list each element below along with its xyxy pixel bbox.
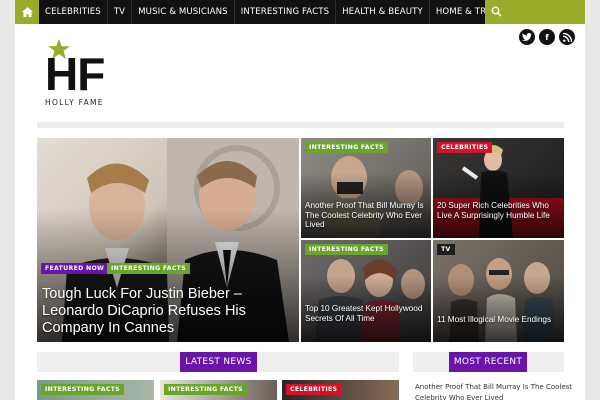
badge-category[interactable]: INTERESTING FACTS [305, 244, 388, 255]
header-divider [37, 122, 564, 128]
badge-category[interactable]: TV [437, 244, 455, 255]
badge-category[interactable]: INTERESTING FACTS [41, 384, 124, 395]
search-button[interactable] [485, 0, 585, 24]
nav-item-tv[interactable]: TV [108, 0, 131, 24]
article-tile[interactable]: CELEBRITIES 20 Super Rich Celebrities Wh… [433, 138, 564, 238]
most-recent-bar: MOST RECENT [413, 352, 564, 372]
nav-item-music[interactable]: MUSIC & MUSICIANS [132, 0, 234, 24]
article-title[interactable]: 11 Most Illogical Movie Endings [437, 315, 562, 325]
badge-category[interactable]: INTERESTING FACTS [305, 142, 388, 153]
latest-news-item[interactable]: CELEBRITIES [282, 380, 399, 400]
page-container: f HF HOLLY FAME FEATURED NOW INTERESTING… [15, 24, 585, 400]
badge-category[interactable]: INTERESTING FACTS [107, 263, 190, 274]
badge-category[interactable]: INTERESTING FACTS [164, 384, 247, 395]
article-title[interactable]: Another Proof That Bill Murray Is The Co… [305, 201, 429, 230]
logo-letters: HF [45, 48, 105, 100]
nav-item-health-beauty[interactable]: HEALTH & BEAUTY [336, 0, 429, 24]
logo-name: HOLLY FAME [45, 98, 104, 107]
search-icon [491, 6, 502, 17]
latest-news-item[interactable]: INTERESTING FACTS [160, 380, 277, 400]
article-tile[interactable]: INTERESTING FACTS Another Proof That Bil… [301, 138, 431, 238]
top-nav: CELEBRITIES TV MUSIC & MUSICIANS INTERES… [15, 0, 585, 24]
badge-category[interactable]: CELEBRITIES [286, 384, 342, 395]
site-logo[interactable]: HF HOLLY FAME [45, 39, 125, 109]
latest-news-heading[interactable]: LATEST NEWS [180, 352, 257, 372]
home-button[interactable] [15, 0, 39, 24]
featured-grid: FEATURED NOW INTERESTING FACTS Tough Luc… [37, 138, 564, 342]
social-links: f [519, 29, 575, 45]
most-recent-item[interactable]: Another Proof That Bill Murray Is The Co… [415, 382, 575, 400]
featured-main-title[interactable]: Tough Luck For Justin Bieber – Leonardo … [42, 286, 299, 337]
latest-news-bar: LATEST NEWS [37, 352, 399, 372]
nav-item-celebrities[interactable]: CELEBRITIES [39, 0, 107, 24]
home-icon [21, 7, 33, 17]
article-tile[interactable]: TV 11 Most Illogical Movie Endings [433, 240, 564, 342]
nav-item-interesting-facts[interactable]: INTERESTING FACTS [235, 0, 335, 24]
gradient-overlay [433, 275, 564, 342]
rss-icon[interactable] [559, 29, 575, 45]
latest-news-item[interactable]: INTERESTING FACTS [37, 380, 154, 400]
most-recent-heading[interactable]: MOST RECENT [449, 352, 527, 372]
twitter-icon[interactable] [519, 29, 535, 45]
article-tile[interactable]: INTERESTING FACTS Top 10 Greatest Kept H… [301, 240, 431, 342]
badge-featured-now[interactable]: FEATURED NOW [41, 263, 109, 274]
article-title[interactable]: Top 10 Greatest Kept Hollywood Secrets O… [305, 304, 429, 323]
article-title[interactable]: 20 Super Rich Celebrities Who Live A Sur… [437, 201, 562, 220]
facebook-icon[interactable]: f [539, 29, 555, 45]
facebook-glyph: f [545, 32, 549, 42]
badge-category[interactable]: CELEBRITIES [437, 142, 493, 153]
featured-main-article[interactable]: FEATURED NOW INTERESTING FACTS Tough Luc… [37, 138, 299, 342]
